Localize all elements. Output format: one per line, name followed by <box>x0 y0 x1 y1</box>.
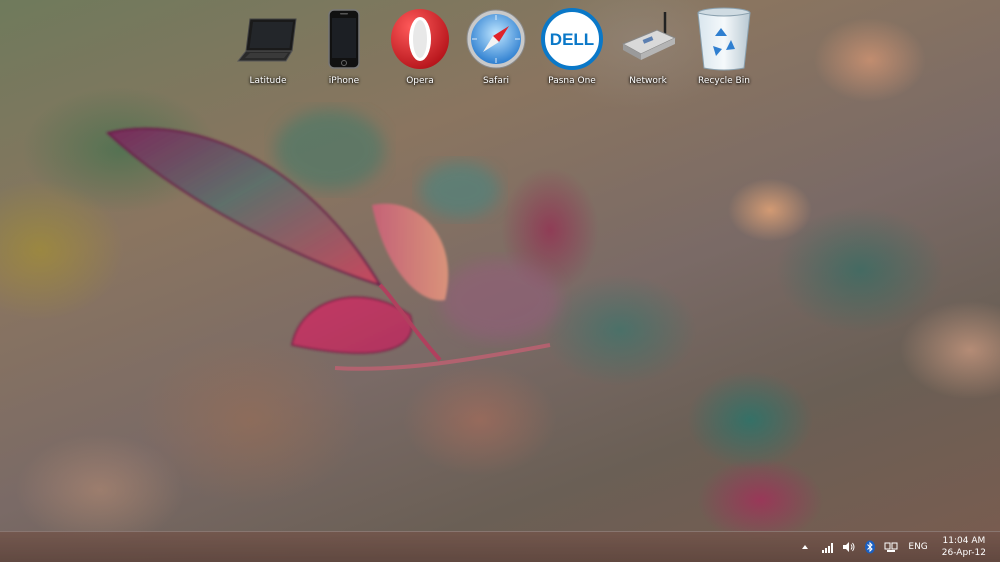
desktop-icon-latitude[interactable]: Latitude <box>230 6 306 86</box>
desktop-icon-pasna-one[interactable]: DELL Pasna One <box>534 6 610 86</box>
desktop-icon-network[interactable]: Network <box>610 6 686 86</box>
safari-icon <box>464 6 528 72</box>
desktop-icon-safari[interactable]: Safari <box>458 6 534 86</box>
opera-icon <box>388 6 452 72</box>
network-icon[interactable] <box>883 539 899 555</box>
icon-label: Safari <box>482 76 510 86</box>
icon-label: Network <box>629 76 667 86</box>
dell-logo-text: DELL <box>550 30 594 49</box>
clock-time: 11:04 AM <box>942 536 986 546</box>
signal-icon[interactable] <box>820 539 836 555</box>
icon-label: iPhone <box>328 76 360 86</box>
laptop-icon <box>236 6 300 72</box>
icon-label: Recycle Bin <box>698 76 750 86</box>
clock-date: 26-Apr-12 <box>941 548 986 558</box>
dell-icon: DELL <box>540 6 604 72</box>
volume-icon[interactable] <box>841 539 857 555</box>
system-tray: ENG 11:04 AM 26-Apr-12 <box>796 532 1000 562</box>
bluetooth-icon[interactable] <box>862 539 878 555</box>
desktop-icons: Latitude iPhone Opera Safari DELL Pasna … <box>230 6 762 86</box>
icon-label: Opera <box>406 76 434 86</box>
show-hidden-icons-arrow-icon[interactable] <box>797 539 813 555</box>
phone-icon <box>312 6 376 72</box>
desktop-icon-opera[interactable]: Opera <box>382 6 458 86</box>
recycle-bin-icon <box>692 6 756 72</box>
router-icon <box>616 6 680 72</box>
language-indicator[interactable]: ENG <box>908 542 927 552</box>
desktop-icon-recycle-bin[interactable]: Recycle Bin <box>686 6 762 86</box>
desktop[interactable]: Latitude iPhone Opera Safari DELL Pasna … <box>0 0 1000 562</box>
desktop-icon-iphone[interactable]: iPhone <box>306 6 382 86</box>
clock[interactable]: 11:04 AM 26-Apr-12 <box>938 535 990 559</box>
taskbar[interactable]: ENG 11:04 AM 26-Apr-12 <box>0 531 1000 562</box>
icon-label: Pasna One <box>548 76 596 86</box>
icon-label: Latitude <box>249 76 287 86</box>
